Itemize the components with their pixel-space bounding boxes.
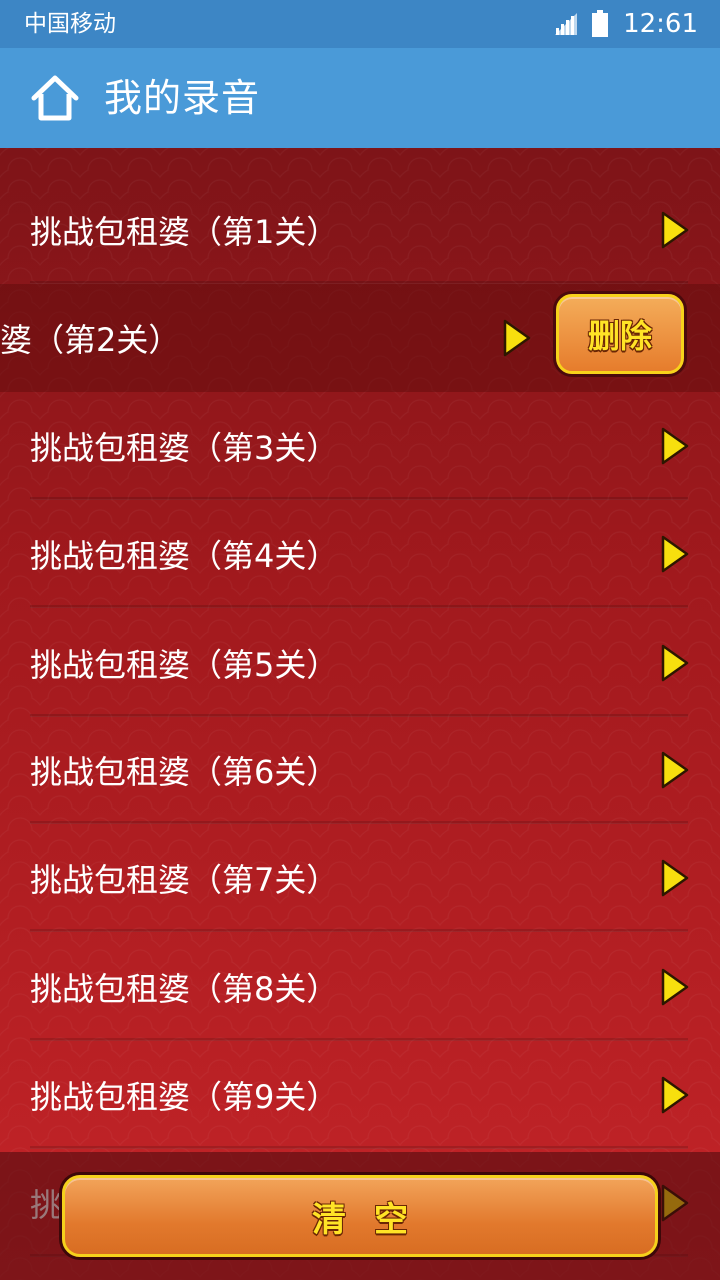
recording-title: 婆（第2关） — [0, 321, 181, 359]
carrier-name: 中国移动 — [24, 11, 116, 37]
play-icon[interactable] — [660, 967, 690, 1007]
recording-list[interactable]: 挑战包租婆（第1关） 婆（第2关） 删除 挑战包租婆（第3关） 挑战包租婆（第4… — [0, 148, 720, 1280]
recording-title: 挑战包租婆（第9关） — [30, 1078, 339, 1116]
play-icon[interactable] — [660, 858, 690, 898]
recording-row-4[interactable]: 挑战包租婆（第4关） — [0, 500, 720, 608]
recording-row-1[interactable]: 挑战包租婆（第1关） — [0, 176, 720, 284]
delete-button[interactable]: 删除 — [556, 294, 684, 374]
recording-row-6[interactable]: 挑战包租婆（第6关） — [0, 716, 720, 824]
play-icon[interactable] — [660, 210, 690, 250]
recording-row-3[interactable]: 挑战包租婆（第3关） — [0, 392, 720, 500]
clear-label: 清空 — [312, 1199, 436, 1240]
play-icon[interactable] — [660, 534, 690, 574]
status-icons: 12:61 — [553, 7, 698, 41]
recording-title: 挑战包租婆（第8关） — [30, 970, 339, 1008]
recording-title: 挑战包租婆（第5关） — [30, 646, 339, 684]
page-title: 我的录音 — [104, 76, 261, 120]
recording-title: 挑战包租婆（第3关） — [30, 429, 339, 467]
delete-label: 删除 — [587, 317, 652, 355]
row-divider — [30, 605, 688, 608]
clear-button[interactable]: 清空 — [62, 1175, 658, 1257]
recording-title: 挑战包租婆（第1关） — [30, 213, 339, 251]
recording-row-5[interactable]: 挑战包租婆（第5关） — [0, 609, 720, 717]
signal-icon — [555, 13, 578, 35]
recording-row-7[interactable]: 挑战包租婆（第7关） — [0, 824, 720, 932]
play-icon[interactable] — [660, 643, 690, 683]
recording-title: 挑战包租婆（第4关） — [30, 537, 339, 575]
recording-row-9[interactable]: 挑战包租婆（第9关） — [0, 1041, 720, 1149]
app-header: 我的录音 — [0, 48, 720, 148]
recording-title: 挑战包租婆（第6关） — [30, 753, 339, 791]
play-icon[interactable] — [660, 1075, 690, 1115]
recording-title: 挑战包租婆（第7关） — [30, 861, 339, 899]
play-icon[interactable] — [660, 426, 690, 466]
play-icon[interactable] — [502, 318, 532, 358]
home-icon[interactable] — [30, 74, 80, 122]
play-icon[interactable] — [660, 750, 690, 790]
status-bar: 中国移动 12:61 — [0, 0, 720, 48]
row-divider — [30, 929, 688, 932]
battery-icon — [592, 10, 609, 37]
recording-row-8[interactable]: 挑战包租婆（第8关） — [0, 933, 720, 1041]
clock: 12:61 — [623, 9, 698, 39]
